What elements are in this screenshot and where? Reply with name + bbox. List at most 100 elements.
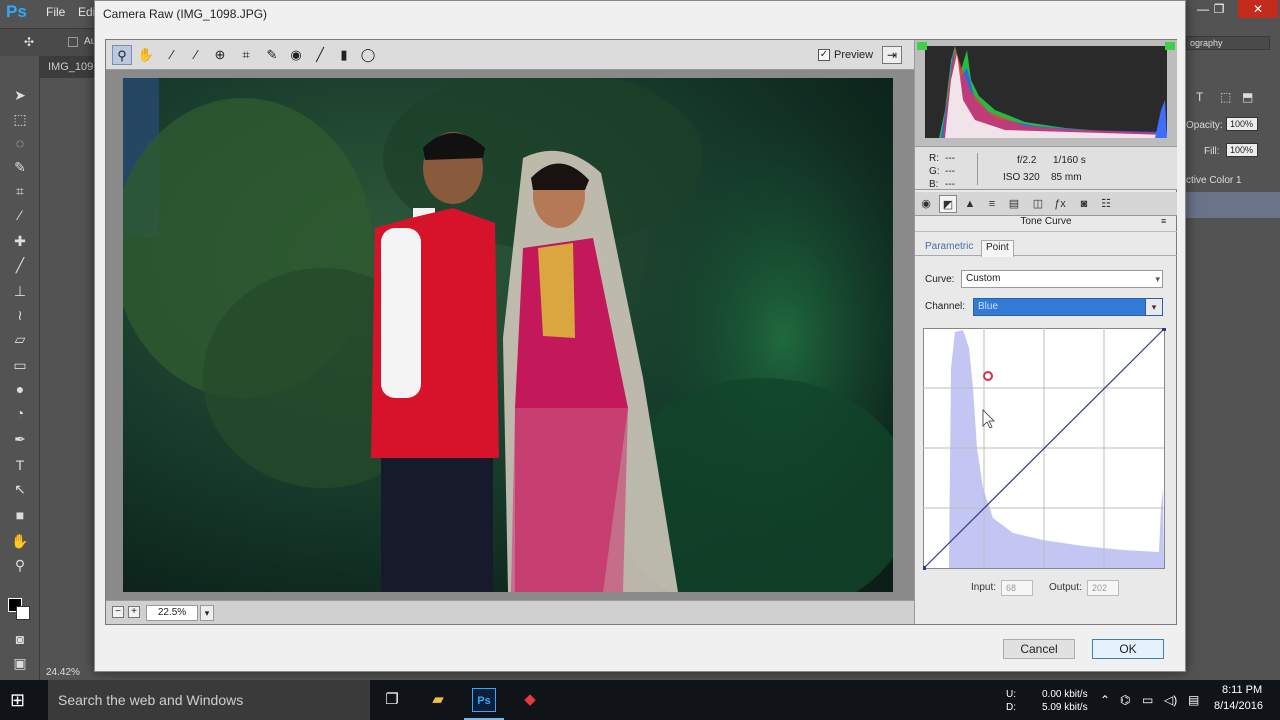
camera-raw-dialog: Camera Raw (IMG_1098.JPG) ⚲ ✋ ⁄ ⁄ ⊕ ⌗ ✎ … bbox=[94, 0, 1186, 672]
shutter-value: 1/160 s bbox=[1053, 155, 1086, 166]
output-field[interactable]: 202 bbox=[1087, 580, 1119, 596]
move-tool-icon[interactable]: ✣ bbox=[24, 35, 34, 49]
split-toning-tab-icon[interactable]: ▤ bbox=[1005, 195, 1023, 213]
detail-tab-icon[interactable]: ▲ bbox=[961, 195, 979, 213]
shape-layer-icon[interactable]: ⬚ bbox=[1220, 90, 1231, 104]
gradient-tool-icon[interactable]: ▭ bbox=[10, 356, 30, 374]
marquee-tool-icon[interactable]: ⬚ bbox=[10, 110, 30, 128]
g-value: --- bbox=[945, 166, 955, 177]
preview-photo[interactable] bbox=[123, 78, 893, 592]
healing-tool-icon[interactable]: ✚ bbox=[10, 232, 30, 250]
chevron-down-icon[interactable]: ▾ bbox=[200, 605, 214, 621]
ok-button[interactable]: OK bbox=[1092, 639, 1164, 659]
layer-name[interactable]: ctive Color 1 bbox=[1186, 175, 1242, 186]
crop-icon[interactable]: ⌗ bbox=[236, 45, 256, 65]
windows-start-icon[interactable]: ⊞ bbox=[10, 690, 32, 710]
task-view-icon[interactable]: ❐ bbox=[380, 688, 404, 712]
fullscreen-toggle-icon[interactable]: ⇥ bbox=[882, 46, 902, 64]
dialog-title: Camera Raw (IMG_1098.JPG) bbox=[103, 7, 268, 21]
spot-removal-icon[interactable]: ✎ bbox=[262, 45, 282, 65]
radial-filter-icon[interactable]: ◯ bbox=[358, 45, 378, 65]
zoom-out-button[interactable]: − bbox=[112, 606, 124, 618]
red-eye-icon[interactable]: ◉ bbox=[286, 45, 306, 65]
input-field[interactable]: 68 bbox=[1001, 580, 1033, 596]
opacity-value[interactable]: 100% bbox=[1226, 117, 1258, 131]
blur-tool-icon[interactable]: ● bbox=[10, 380, 30, 398]
zoom-tool-icon[interactable]: ⚲ bbox=[10, 556, 30, 574]
adjustment-brush-icon[interactable]: ╱ bbox=[310, 45, 330, 65]
histogram-graph bbox=[915, 40, 1177, 146]
network-icon[interactable]: ⌬ bbox=[1120, 693, 1130, 707]
file-explorer-icon[interactable]: ▰ bbox=[426, 688, 450, 712]
brush-tool-icon[interactable]: ╱ bbox=[10, 256, 30, 274]
zoom-level-field[interactable]: 22.5% bbox=[146, 605, 198, 621]
clock-date[interactable]: 8/14/2016 bbox=[1214, 700, 1263, 712]
tab-point[interactable]: Point bbox=[981, 240, 1014, 257]
taskbar-search-box[interactable]: Search the web and Windows bbox=[48, 680, 370, 720]
menu-edit[interactable]: Edi bbox=[78, 5, 95, 19]
eraser-tool-icon[interactable]: ▱ bbox=[10, 330, 30, 348]
pen-tool-icon[interactable]: ✒ bbox=[10, 430, 30, 448]
graduated-filter-icon[interactable]: ▮ bbox=[334, 45, 354, 65]
screen-mode-icon[interactable]: ▣ bbox=[10, 654, 30, 672]
document-tab[interactable]: IMG_109 bbox=[40, 56, 100, 78]
photoshop-taskbar-icon[interactable]: Ps bbox=[472, 688, 496, 712]
panel-menu-icon[interactable]: ≡ bbox=[1161, 216, 1166, 226]
preview-checkbox[interactable]: ✓ bbox=[818, 49, 830, 61]
path-select-icon[interactable]: ↖ bbox=[10, 480, 30, 498]
color-sampler-icon[interactable]: ⁄ bbox=[186, 45, 206, 65]
cancel-button[interactable]: Cancel bbox=[1003, 639, 1075, 659]
camera-calibration-tab-icon[interactable]: ◙ bbox=[1075, 195, 1093, 213]
photoshop-toolbar: ➤ ⬚ ◌ ✎ ⌗ ⁄ ✚ ╱ ⊥ ≀ ▱ ▭ ● ◔ ✒ T ↖ ■ ✋ ⚲ … bbox=[0, 56, 40, 680]
crop-tool-icon[interactable]: ⌗ bbox=[10, 182, 30, 200]
hsl-tab-icon[interactable]: ≡ bbox=[983, 195, 1001, 213]
workspace-select[interactable]: ography bbox=[1186, 36, 1270, 50]
close-icon[interactable]: ✕ bbox=[1238, 0, 1278, 18]
targeted-adjustment-icon[interactable]: ⊕ bbox=[210, 45, 230, 65]
zoom-icon[interactable]: ⚲ bbox=[112, 45, 132, 65]
background-color-swatch[interactable] bbox=[16, 606, 30, 620]
shadow-clipping-warning-icon bbox=[917, 42, 927, 50]
channel-label: Channel: bbox=[925, 301, 966, 312]
notification-icon[interactable]: ▤ bbox=[1188, 693, 1199, 707]
lasso-tool-icon[interactable]: ◌ bbox=[10, 134, 30, 152]
volume-icon[interactable]: ◁) bbox=[1164, 693, 1177, 707]
restore-icon[interactable]: ❐ bbox=[1204, 0, 1234, 18]
curve-select[interactable]: Custom ▾ bbox=[961, 270, 1163, 288]
type-tool-icon[interactable]: T bbox=[10, 456, 30, 474]
hand-icon[interactable]: ✋ bbox=[136, 45, 156, 65]
effects-tab-icon[interactable]: ƒx bbox=[1051, 195, 1069, 213]
history-brush-icon[interactable]: ≀ bbox=[10, 306, 30, 324]
chevron-up-icon[interactable]: ⌃ bbox=[1100, 693, 1110, 707]
shape-tool-icon[interactable]: ■ bbox=[10, 506, 30, 524]
eyedropper-tool-icon[interactable]: ⁄ bbox=[10, 206, 30, 224]
white-balance-icon[interactable]: ⁄ bbox=[162, 45, 182, 65]
zoom-in-button[interactable]: + bbox=[128, 606, 140, 618]
tab-parametric[interactable]: Parametric bbox=[921, 240, 977, 253]
display-icon[interactable]: ▭ bbox=[1142, 693, 1153, 707]
basic-tab-icon[interactable]: ◉ bbox=[917, 195, 935, 213]
lens-corrections-tab-icon[interactable]: ◫ bbox=[1029, 195, 1047, 213]
text-layer-icon[interactable]: T bbox=[1196, 90, 1203, 104]
quick-select-icon[interactable]: ✎ bbox=[10, 158, 30, 176]
stamp-tool-icon[interactable]: ⊥ bbox=[10, 282, 30, 300]
zoom-bar: − + 22.5% ▾ bbox=[106, 600, 914, 624]
aperture-value: f/2.2 bbox=[1017, 155, 1037, 166]
clock-time[interactable]: 8:11 PM bbox=[1222, 684, 1262, 696]
fill-value[interactable]: 100% bbox=[1226, 143, 1258, 157]
auto-select-checkbox[interactable] bbox=[68, 37, 78, 47]
presets-tab-icon[interactable]: ☷ bbox=[1097, 195, 1115, 213]
selected-layer-row[interactable] bbox=[1182, 192, 1280, 218]
hand-tool-icon[interactable]: ✋ bbox=[10, 532, 30, 550]
smart-object-icon[interactable]: ⬒ bbox=[1242, 90, 1253, 104]
tone-curve-tab-icon[interactable]: ◩ bbox=[939, 195, 957, 213]
menu-file[interactable]: File bbox=[46, 5, 65, 19]
move-tool-icon[interactable]: ➤ bbox=[10, 86, 30, 104]
channel-select[interactable]: Blue ▾ bbox=[973, 298, 1163, 316]
output-label: Output: bbox=[1049, 582, 1082, 593]
app-taskbar-icon[interactable]: ◆ bbox=[518, 688, 542, 712]
dodge-tool-icon[interactable]: ◔ bbox=[10, 404, 30, 422]
quick-mask-icon[interactable]: ◙ bbox=[10, 630, 30, 648]
r-value: --- bbox=[945, 153, 955, 164]
tone-curve-graph[interactable] bbox=[922, 327, 1167, 570]
